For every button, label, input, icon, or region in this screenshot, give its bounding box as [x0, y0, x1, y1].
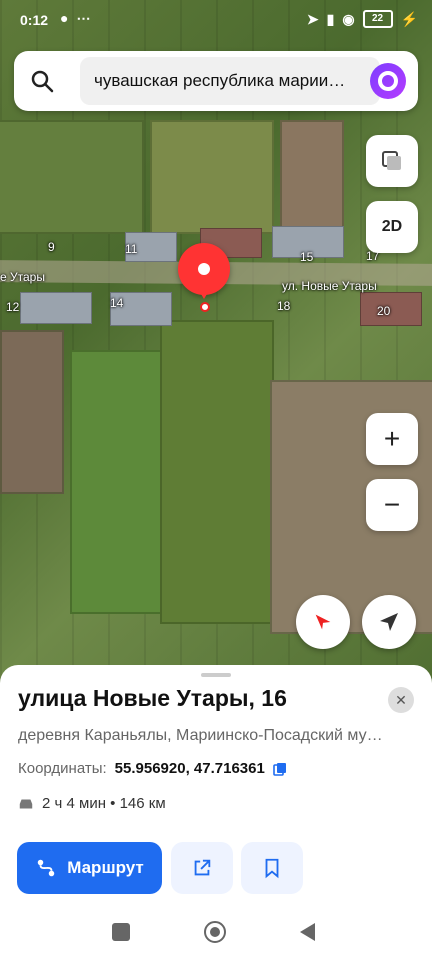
- house-number: 9: [48, 240, 55, 254]
- signal-icon: ▮: [326, 10, 335, 27]
- house-number: 15: [300, 250, 314, 264]
- bookmark-button[interactable]: [241, 842, 303, 894]
- map-field: [0, 330, 64, 494]
- system-nav-bar: [0, 905, 432, 960]
- pin-dot: [198, 263, 210, 275]
- alice-icon[interactable]: [370, 63, 406, 99]
- status-bar: 0:12 ● ⋯ ➤ ▮ ◉ 22 ⚡: [0, 0, 432, 38]
- recents-button[interactable]: [112, 923, 130, 941]
- zoom-out-button[interactable]: −: [366, 479, 418, 531]
- location-status-icon: ➤: [306, 10, 319, 27]
- battery-icon: 22: [362, 10, 393, 28]
- house-number: 11: [125, 242, 138, 256]
- place-title: улица Новые Утары, 16: [18, 685, 287, 711]
- house: [20, 292, 92, 324]
- house-number: 14: [110, 296, 124, 310]
- wifi-icon: ◉: [342, 10, 355, 27]
- house-number: 12: [6, 300, 20, 314]
- search-icon[interactable]: [30, 69, 54, 93]
- locate-icon: [380, 613, 398, 631]
- route-button[interactable]: Маршрут: [17, 842, 162, 894]
- search-bar[interactable]: чувашская республика марии…: [14, 51, 418, 111]
- back-button[interactable]: [300, 923, 315, 941]
- location-pin[interactable]: [178, 243, 230, 299]
- more-icon: ⋯: [76, 10, 91, 26]
- layers-button[interactable]: [366, 135, 418, 187]
- close-icon: ✕: [395, 691, 407, 708]
- map-field: [150, 120, 274, 234]
- car-icon: [19, 799, 33, 808]
- home-button[interactable]: [204, 921, 226, 943]
- pin-point: [200, 302, 210, 312]
- locate-button[interactable]: [362, 595, 416, 649]
- street-label: е Утары: [0, 270, 45, 284]
- view-mode-button[interactable]: 2D: [366, 201, 418, 253]
- coords-label: Координаты:: [18, 760, 107, 777]
- route-button-label: Маршрут: [67, 858, 144, 877]
- zoom-in-button[interactable]: +: [366, 413, 418, 465]
- compass-icon: [315, 614, 331, 630]
- coords-value[interactable]: 55.956920, 47.716361: [115, 760, 265, 777]
- message-icon: ●: [60, 10, 69, 26]
- house: [360, 292, 422, 326]
- copy-icon[interactable]: [273, 762, 287, 776]
- status-time: 0:12: [20, 12, 49, 28]
- close-button[interactable]: ✕: [388, 687, 414, 713]
- layers-icon: [382, 151, 401, 170]
- compass-button[interactable]: [296, 595, 350, 649]
- route-icon: [37, 859, 55, 877]
- map-field: [0, 120, 144, 234]
- map-field: [70, 350, 164, 614]
- house-number: 18: [277, 299, 291, 313]
- house-number: 20: [377, 304, 391, 318]
- bookmark-icon: [265, 858, 279, 879]
- map-field: [160, 320, 274, 624]
- place-address: деревня Караньялы, Мариинско-Посадский м…: [18, 727, 383, 744]
- search-input[interactable]: чувашская республика марии…: [80, 57, 380, 105]
- map-field: [280, 120, 344, 234]
- share-icon: [194, 859, 211, 876]
- route-time-distance: 2 ч 4 мин • 146 км: [42, 795, 166, 812]
- coordinates-row: Координаты: 55.956920, 47.716361: [18, 760, 287, 777]
- charging-icon: ⚡: [400, 10, 418, 27]
- share-button[interactable]: [171, 842, 233, 894]
- sheet-handle[interactable]: [201, 673, 231, 677]
- street-label: ул. Новые Утары: [282, 279, 377, 293]
- route-info: 2 ч 4 мин • 146 км: [18, 795, 166, 812]
